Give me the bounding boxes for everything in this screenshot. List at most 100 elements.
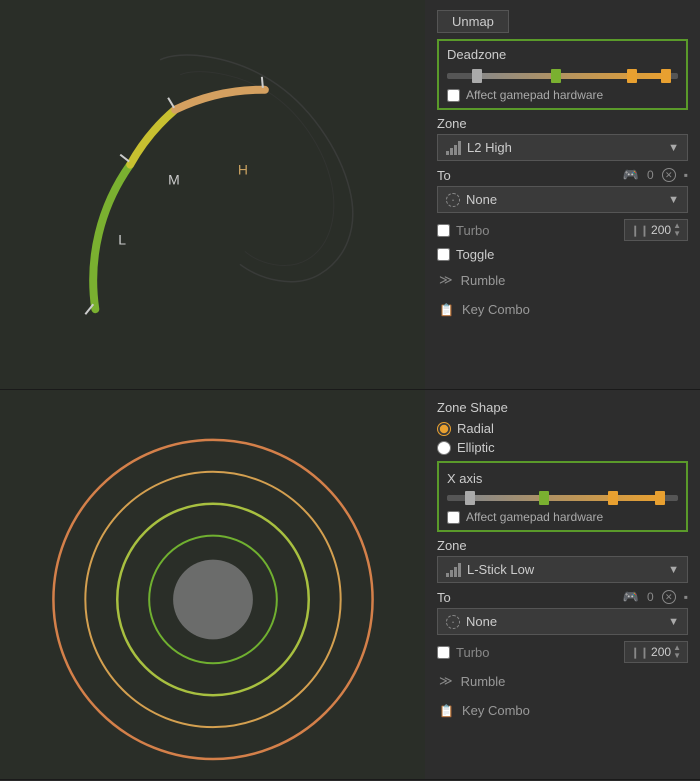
chevron-down-icon-4: ▼ [668,616,679,628]
slider-thumb-4[interactable] [661,69,671,83]
to-section-2: To 🎮 0 ✕ ▪ · None ▼ [437,589,688,635]
turbo-checkbox[interactable] [437,224,450,237]
key-combo-icon: 📋 [439,303,454,317]
key-combo-label: Key Combo [462,302,530,317]
zone-shape-label: Zone Shape [437,400,688,415]
turbo-row: Turbo ❙❙ 200 ▲ ▼ [437,219,688,241]
x-axis-section: X axis Affect gamepad hardware [437,461,688,532]
monitor-icon: ▪ [684,168,688,182]
elliptic-radio-row: Elliptic [437,440,688,455]
controller-icon-2: 🎮 [623,589,639,605]
double-arrow-icon-2: ≫ [439,673,453,689]
zone-section-2: Zone L-Stick Low ▼ [437,538,688,583]
x-slider-thumb-1[interactable] [465,491,475,505]
toggle-label: Toggle [456,247,494,262]
turbo-label: Turbo [456,223,489,238]
to-label-2: To [437,590,451,605]
barchart-icon-2 [446,563,461,577]
to-section: To 🎮 0 ✕ ▪ · None ▼ [437,167,688,213]
elliptic-label: Elliptic [457,440,495,455]
key-combo-row-2[interactable]: 📋 Key Combo [437,699,688,722]
none-circle-icon: · [446,193,460,207]
bottom-panel-right: Zone Shape Radial Elliptic X axis [425,390,700,779]
xbox-icon-2: ✕ [662,590,676,604]
radial-label: Radial [457,421,494,436]
bottom-panel: Zone Shape Radial Elliptic X axis [0,390,700,780]
key-combo-label-2: Key Combo [462,703,530,718]
toggle-checkbox[interactable] [437,248,450,261]
affect-gamepad-row-2: Affect gamepad hardware [447,510,678,524]
zone-shape-radios: Radial Elliptic [437,421,688,455]
rumble-label-2: Rumble [461,674,506,689]
svg-text:M: M [168,172,180,188]
to-dropdown[interactable]: · None ▼ [437,186,688,213]
chevron-down-icon: ▼ [668,142,679,154]
deadzone-slider[interactable] [447,73,678,79]
turbo-number-2: 200 [651,645,671,659]
key-combo-icon-2: 📋 [439,704,454,718]
zone-label: Zone [437,116,688,131]
none-circle-icon-2: · [446,615,460,629]
to-dropdown-2[interactable]: · None ▼ [437,608,688,635]
chevron-down-icon-3: ▼ [668,564,679,576]
svg-text:H: H [238,162,248,178]
zone-section: Zone L2 High ▼ [437,116,688,161]
affect-gamepad-label: Affect gamepad hardware [466,88,603,102]
zone-dropdown[interactable]: L2 High ▼ [437,134,688,161]
x-axis-slider[interactable] [447,495,678,501]
chevron-down-icon-2: ▼ [668,194,679,206]
top-panel-left: L M H [0,0,425,389]
turbo-stepper-2[interactable]: ▲ ▼ [673,644,681,660]
turbo-label-2: Turbo [456,645,489,660]
rumble-label: Rumble [461,273,506,288]
turbo-row-2: Turbo ❙❙ 200 ▲ ▼ [437,641,688,663]
affect-gamepad-label-2: Affect gamepad hardware [466,510,603,524]
deadzone-label: Deadzone [447,47,678,62]
rumble-row[interactable]: ≫ Rumble [437,268,688,292]
turbo-stepper[interactable]: ▲ ▼ [673,222,681,238]
key-combo-row[interactable]: 📋 Key Combo [437,298,688,321]
zone-value: L2 High [467,140,512,155]
affect-gamepad-row: Affect gamepad hardware [447,88,678,102]
affect-gamepad-checkbox[interactable] [447,89,460,102]
bottom-panel-left [0,390,425,779]
toggle-row: Toggle [437,247,688,262]
turbo-number: 200 [651,223,671,237]
radial-radio[interactable] [437,422,451,436]
slider-thumb-3[interactable] [627,69,637,83]
turbo-checkbox-2[interactable] [437,646,450,659]
none-label-2: None [466,614,497,629]
barchart-icon [446,141,461,155]
slider-thumb-1[interactable] [472,69,482,83]
zone-label-2: Zone [437,538,688,553]
zero-icon: 0 [647,168,654,182]
x-slider-thumb-4[interactable] [655,491,665,505]
svg-text:L: L [118,231,126,247]
to-header: To 🎮 0 ✕ ▪ [437,167,688,183]
top-panel: L M H Unmap Deadzone Affect gamepad hard… [0,0,700,390]
top-panel-right: Unmap Deadzone Affect gamepad hardware Z… [425,0,700,389]
to-icons-2: 🎮 0 ✕ ▪ [623,589,688,605]
turbo-value-box-2: ❙❙ 200 ▲ ▼ [624,641,688,663]
affect-gamepad-checkbox-2[interactable] [447,511,460,524]
radial-radio-row: Radial [437,421,688,436]
slider-thumb-2[interactable] [551,69,561,83]
deadzone-section: Deadzone Affect gamepad hardware [437,39,688,110]
x-slider-thumb-3[interactable] [608,491,618,505]
x-axis-label: X axis [447,471,678,486]
zone-dropdown-2[interactable]: L-Stick Low ▼ [437,556,688,583]
turbo-value-box: ❙❙ 200 ▲ ▼ [624,219,688,241]
to-label: To [437,168,451,183]
x-slider-thumb-2[interactable] [539,491,549,505]
xbox-icon: ✕ [662,168,676,182]
zone-value-2: L-Stick Low [467,562,534,577]
none-label: None [466,192,497,207]
rumble-row-2[interactable]: ≫ Rumble [437,669,688,693]
elliptic-radio[interactable] [437,441,451,455]
monitor-icon-2: ▪ [684,590,688,604]
zero-icon-2: 0 [647,590,654,604]
to-icons: 🎮 0 ✕ ▪ [623,167,688,183]
to-header-2: To 🎮 0 ✕ ▪ [437,589,688,605]
unmap-button[interactable]: Unmap [437,10,509,33]
controller-icon: 🎮 [623,167,639,183]
